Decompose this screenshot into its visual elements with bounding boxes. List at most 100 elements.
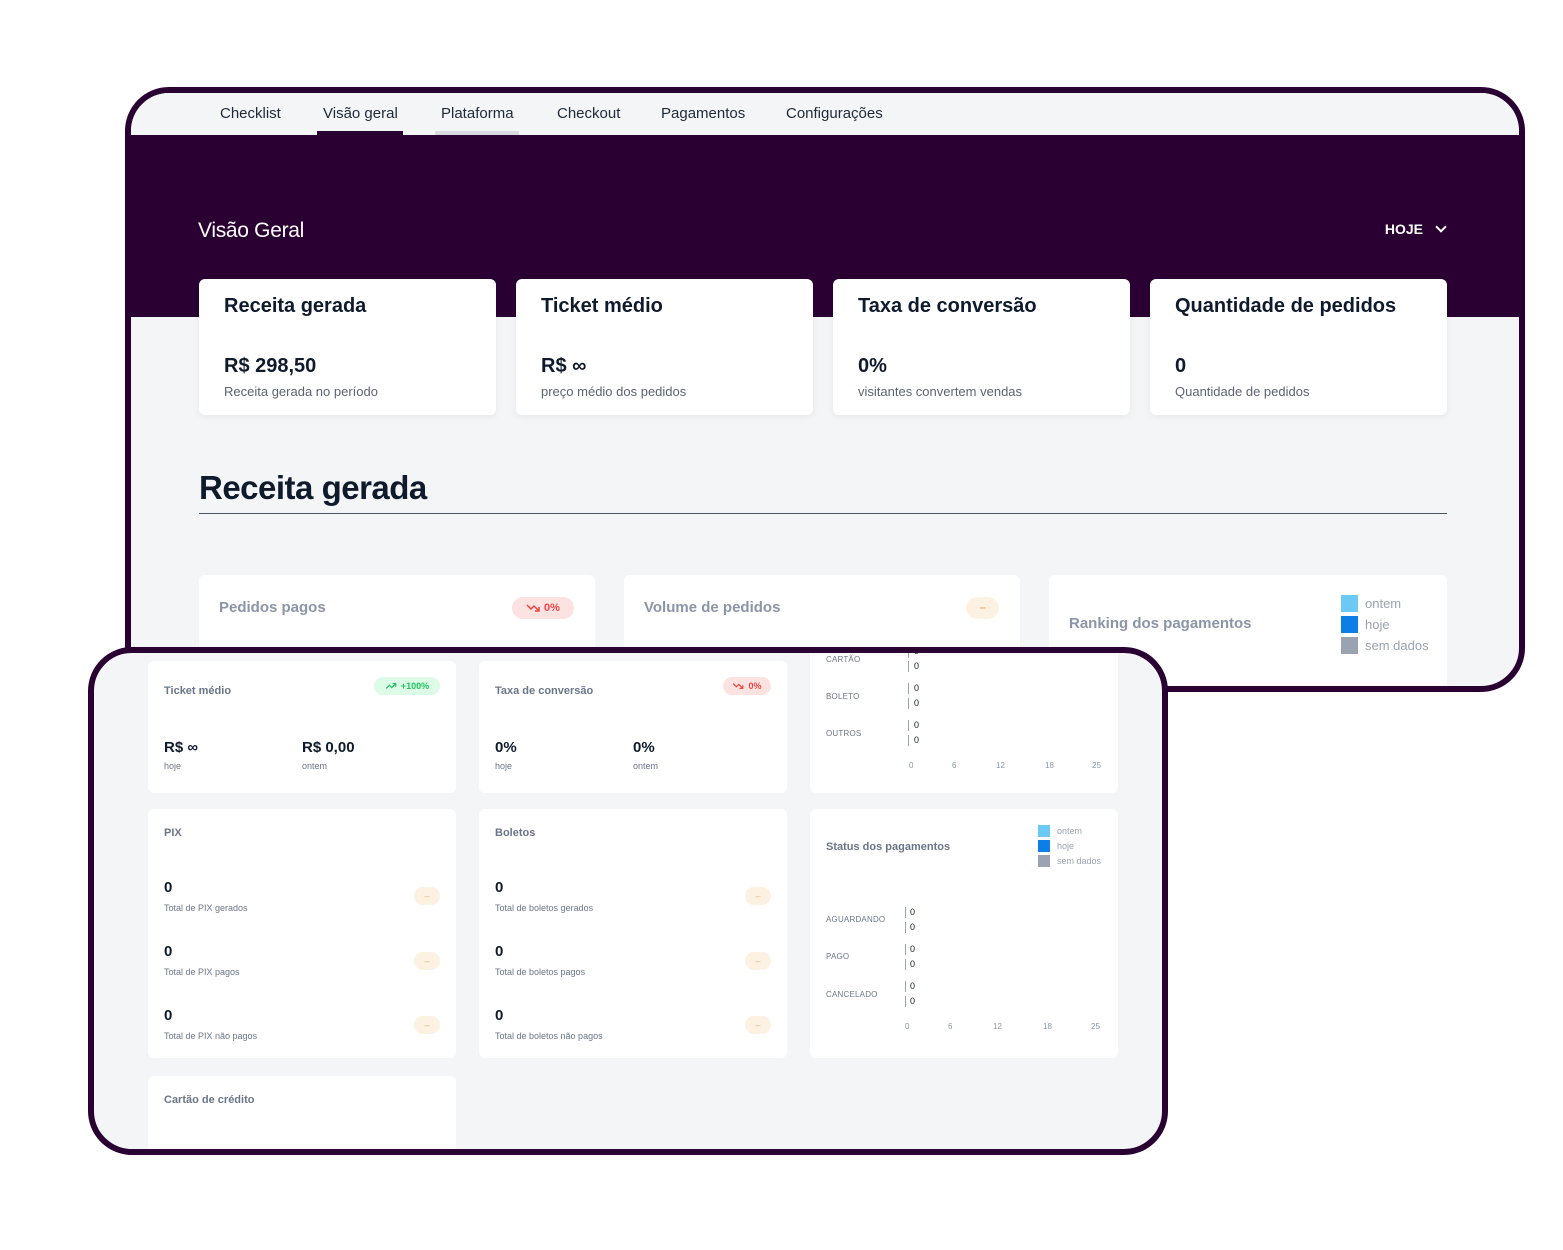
trend-badge: +100% [374,677,440,695]
trend-badge: 0% [512,597,574,619]
bar-label-pago: PAGO [826,952,850,961]
kpi-title: Taxa de conversão [858,295,1037,317]
kpi-value: R$ ∞ [541,355,587,377]
legend-label: hoje [1365,617,1390,632]
section-divider [199,513,1447,514]
metric-value: 0 [495,943,504,960]
card-pix: PIX 0 Total de PIX gerados – 0 Total de … [148,809,456,1058]
kpi-card-ticket: Ticket médio R$ ∞ preço médio dos pedido… [516,279,813,415]
legend-item-ontem: ontem [1341,595,1429,612]
trend-down-icon [733,683,744,689]
legend-swatch [1341,616,1358,633]
section-title: Receita gerada [199,469,427,506]
card-title: PIX [164,827,182,839]
label-today: hoje [164,761,182,771]
card-title: Status dos pagamentos [826,841,951,853]
card-title: Ticket médio [164,685,232,697]
label-yesterday: ontem [302,761,328,771]
legend-item-hoje: hoje [1341,616,1429,633]
bar-value: 0 [914,683,920,693]
chart-legend: ontem hoje sem dados [1038,825,1101,867]
bar-hoje [908,661,909,672]
trend-badge: – [414,887,440,905]
bar-ontem [905,981,906,992]
trend-badge: – [966,597,999,619]
bar-ontem [908,683,909,694]
bar-value: 0 [910,959,916,969]
tab-configuracoes[interactable]: Configurações [786,105,883,122]
chevron-down-icon [1435,221,1447,233]
legend-label: sem dados [1365,638,1429,653]
kpi-value: 0 [1175,355,1187,377]
legend-label: hoje [1057,841,1075,851]
trend-value: – [979,602,986,614]
tab-visao-geral[interactable]: Visão geral [323,105,398,122]
bar-value: 0 [914,698,920,708]
card-title: Cartão de crédito [164,1094,255,1106]
tab-pagamentos[interactable]: Pagamentos [661,105,745,122]
legend-swatch [1038,825,1050,837]
card-boletos: Boletos 0 Total de boletos gerados – 0 T… [479,809,787,1058]
card-title: Ranking dos pagamentos [1069,615,1252,632]
tab-checkout[interactable]: Checkout [557,105,620,122]
kpi-title: Receita gerada [224,295,367,317]
card-title: Boletos [495,827,536,839]
kpi-card-receita: Receita gerada R$ 298,50 Receita gerada … [199,279,496,415]
legend-label: ontem [1365,596,1402,611]
legend-item-sem-dados: sem dados [1341,637,1429,654]
legend-item-sem-dados: sem dados [1038,855,1101,867]
trend-value: 0% [544,602,560,614]
bar-ontem [908,720,909,731]
bar-value: 0 [914,647,920,656]
card-title: Pedidos pagos [219,599,326,616]
card-title: Taxa de conversão [495,685,594,697]
metric-label: Total de PIX pagos [164,967,240,977]
bar-hoje [908,698,909,709]
ranking-chart: CARTÃO 0 0 BOLETO 0 0 OUTROS 0 0 0 6 12 … [810,647,1118,793]
top-nav-tabs: Checklist Visão geral Plataforma Checkou… [131,93,1519,135]
card-cartao-credito: Cartão de crédito [148,1076,456,1149]
metric-value: 0 [164,1007,173,1024]
metric-value: 0 [495,1007,504,1024]
period-label: HOJE [1384,221,1423,237]
trend-value: 0% [748,681,762,691]
kpi-subtitle: visitantes convertem vendas [858,384,1023,399]
kpi-subtitle: preço médio dos pedidos [541,384,687,399]
axis-tick: 18 [1043,1022,1052,1031]
trend-badge: – [745,887,771,905]
value-today: 0% [495,739,517,756]
dashboard-window-detail: Ticket médio +100% R$ ∞ hoje R$ 0,00 ont… [88,647,1168,1155]
bar-ontem [905,907,906,918]
trend-badge: – [414,1016,440,1034]
chart-legend: ontem hoje sem dados [1341,595,1429,654]
label-yesterday: ontem [633,761,659,771]
bar-label-boleto: BOLETO [826,692,860,701]
axis-tick: 0 [909,761,914,770]
axis-tick: 12 [993,1022,1002,1031]
value-today: R$ ∞ [164,739,199,756]
legend-item-ontem: ontem [1038,825,1101,837]
kpi-subtitle: Receita gerada no período [224,384,378,399]
axis-tick: 12 [996,761,1005,770]
trend-badge: – [745,952,771,970]
metric-label: Total de boletos gerados [495,903,594,913]
kpi-subtitle: Quantidade de pedidos [1175,384,1310,399]
tab-plataforma[interactable]: Plataforma [441,105,514,122]
legend-swatch [1038,855,1050,867]
bar-value: 0 [914,661,920,671]
bar-value: 0 [910,996,916,1006]
legend-label: sem dados [1057,856,1102,866]
tab-checklist[interactable]: Checklist [220,105,281,122]
period-dropdown[interactable]: HOJE [1384,221,1447,237]
trend-badge: – [745,1016,771,1034]
metric-value: 0 [164,943,173,960]
page-title: Visão Geral [198,219,305,242]
label-today: hoje [495,761,513,771]
axis-tick: 25 [1091,1022,1100,1031]
trend-down-icon [526,604,540,612]
dashboard-window-main: Checklist Visão geral Plataforma Checkou… [125,87,1525,692]
bar-label-outros: OUTROS [826,729,862,738]
card-title: Volume de pedidos [644,599,781,616]
bar-value: 0 [914,720,920,730]
metric-value: 0 [164,879,173,896]
